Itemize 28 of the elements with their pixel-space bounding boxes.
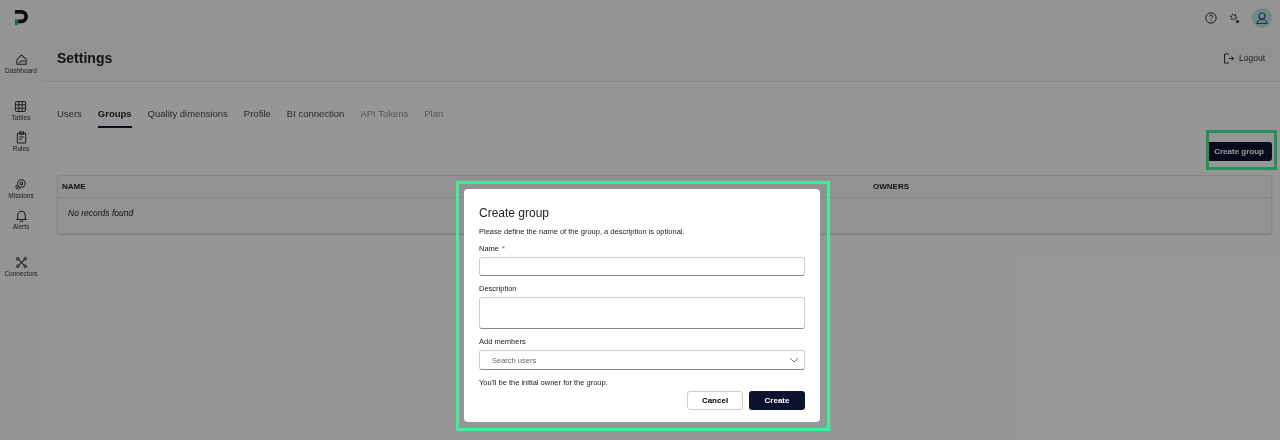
grid-icon[interactable] <box>14 100 28 113</box>
tab[interactable]: Users <box>57 106 82 128</box>
tab[interactable]: Groups <box>97 106 132 128</box>
column-header: OWNERS <box>872 181 910 193</box>
description-field[interactable] <box>479 297 805 329</box>
rocket-icon[interactable] <box>14 178 28 191</box>
logo-icon[interactable] <box>14 9 29 26</box>
tab[interactable]: Quality dimensions <box>147 106 228 128</box>
create-group-button[interactable]: Create group <box>1206 142 1272 161</box>
cancel-button[interactable]: Cancel <box>687 391 743 410</box>
column-header: NAME <box>61 181 87 193</box>
bell-icon[interactable] <box>14 209 28 222</box>
settings-icon[interactable] <box>1229 11 1240 24</box>
name-field[interactable] <box>479 257 805 276</box>
nodes-icon[interactable] <box>14 256 28 269</box>
house-icon[interactable] <box>14 53 28 66</box>
dialog-title: Create group <box>479 206 551 220</box>
page-title: Settings <box>57 50 113 66</box>
logout-button[interactable]: Logout <box>1223 52 1265 64</box>
tab[interactable]: BI connection <box>286 106 345 128</box>
help-icon[interactable] <box>1205 11 1217 24</box>
empty-message: No records found <box>67 207 135 220</box>
tab[interactable]: Profile <box>243 106 271 128</box>
clipboard-icon[interactable] <box>14 131 28 144</box>
create-button[interactable]: Create <box>749 391 805 410</box>
avatar-icon[interactable] <box>1252 7 1272 28</box>
exit-icon <box>1223 52 1234 64</box>
chevron-down-icon[interactable] <box>789 357 799 363</box>
